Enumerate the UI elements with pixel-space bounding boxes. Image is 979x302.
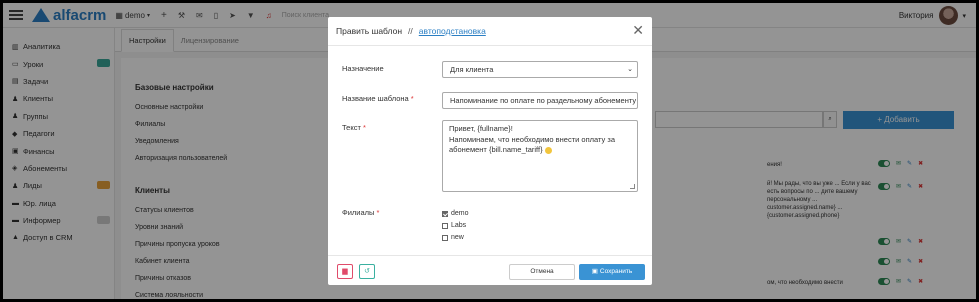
trash-icon: ▆ xyxy=(342,268,348,275)
branch-checkbox-demo[interactable]: demo xyxy=(442,210,469,217)
edit-template-modal: Править шаблон // автоподстановка ✕ Назн… xyxy=(328,17,652,285)
text-line-wrap: абонемент {bill.name_tariff} xyxy=(449,145,631,156)
purpose-label: Назначение xyxy=(342,64,384,73)
template-text-area[interactable]: Привет, {fullname}! Напоминаем, что необ… xyxy=(442,120,638,192)
purpose-value: Для клиента xyxy=(450,65,494,74)
template-name-label-text: Название шаблона xyxy=(342,94,409,103)
delete-button[interactable]: ▆ xyxy=(337,264,353,279)
cancel-button[interactable]: Отмена xyxy=(509,264,575,280)
branches-label-text: Филиалы xyxy=(342,208,375,217)
text-line: абонемент {bill.name_tariff} xyxy=(449,145,543,154)
required-mark: * xyxy=(410,94,414,103)
save-icon: ▣ xyxy=(591,268,598,275)
modal-header: Править шаблон // автоподстановка ✕ xyxy=(328,17,652,46)
checkbox-icon[interactable] xyxy=(442,234,448,241)
branch-option-label: demo xyxy=(451,210,469,217)
text-label: Текст * xyxy=(342,123,366,132)
chevron-down-icon: ⌄ xyxy=(627,66,633,73)
branch-option-label: Labs xyxy=(451,222,467,229)
checkbox-checked-icon[interactable] xyxy=(442,210,448,217)
app-window: alfacrm ▦ demo ▾ + ⚒ ✉ ▯ ➤ ▼ ♫ Поиск кли… xyxy=(3,3,976,299)
resize-handle-icon[interactable] xyxy=(630,184,635,189)
text-label-text: Текст xyxy=(342,123,361,132)
autosubstitution-link[interactable]: автоподстановка xyxy=(419,26,486,36)
purpose-select[interactable]: Для клиента ⌄ xyxy=(442,61,638,78)
template-name-label: Название шаблона * xyxy=(342,94,414,103)
history-button[interactable]: ↺ xyxy=(359,264,375,279)
branch-option-label: new xyxy=(451,234,464,241)
save-label: Сохранить xyxy=(599,268,633,275)
modal-title: Править шаблон xyxy=(336,26,403,36)
smile-emoji-icon xyxy=(544,146,552,154)
save-button[interactable]: ▣ Сохранить xyxy=(579,264,645,280)
branch-checkbox-labs[interactable]: Labs xyxy=(442,222,466,229)
history-icon: ↺ xyxy=(364,268,370,275)
text-line: Привет, {fullname}! xyxy=(449,124,513,133)
template-name-input[interactable]: Напоминание по оплате по раздельному або… xyxy=(442,92,638,109)
text-line: Напоминаем, что необходимо внести оплату… xyxy=(449,134,615,144)
checkbox-icon[interactable] xyxy=(442,222,448,229)
modal-footer: ▆ ↺ Отмена ▣ Сохранить xyxy=(328,255,652,285)
close-icon[interactable]: ✕ xyxy=(632,23,644,37)
branch-checkbox-new[interactable]: new xyxy=(442,234,464,241)
required-mark: * xyxy=(362,123,366,132)
required-mark: * xyxy=(376,208,380,217)
title-separator: // xyxy=(408,26,413,36)
branches-label: Филиалы * xyxy=(342,208,379,217)
